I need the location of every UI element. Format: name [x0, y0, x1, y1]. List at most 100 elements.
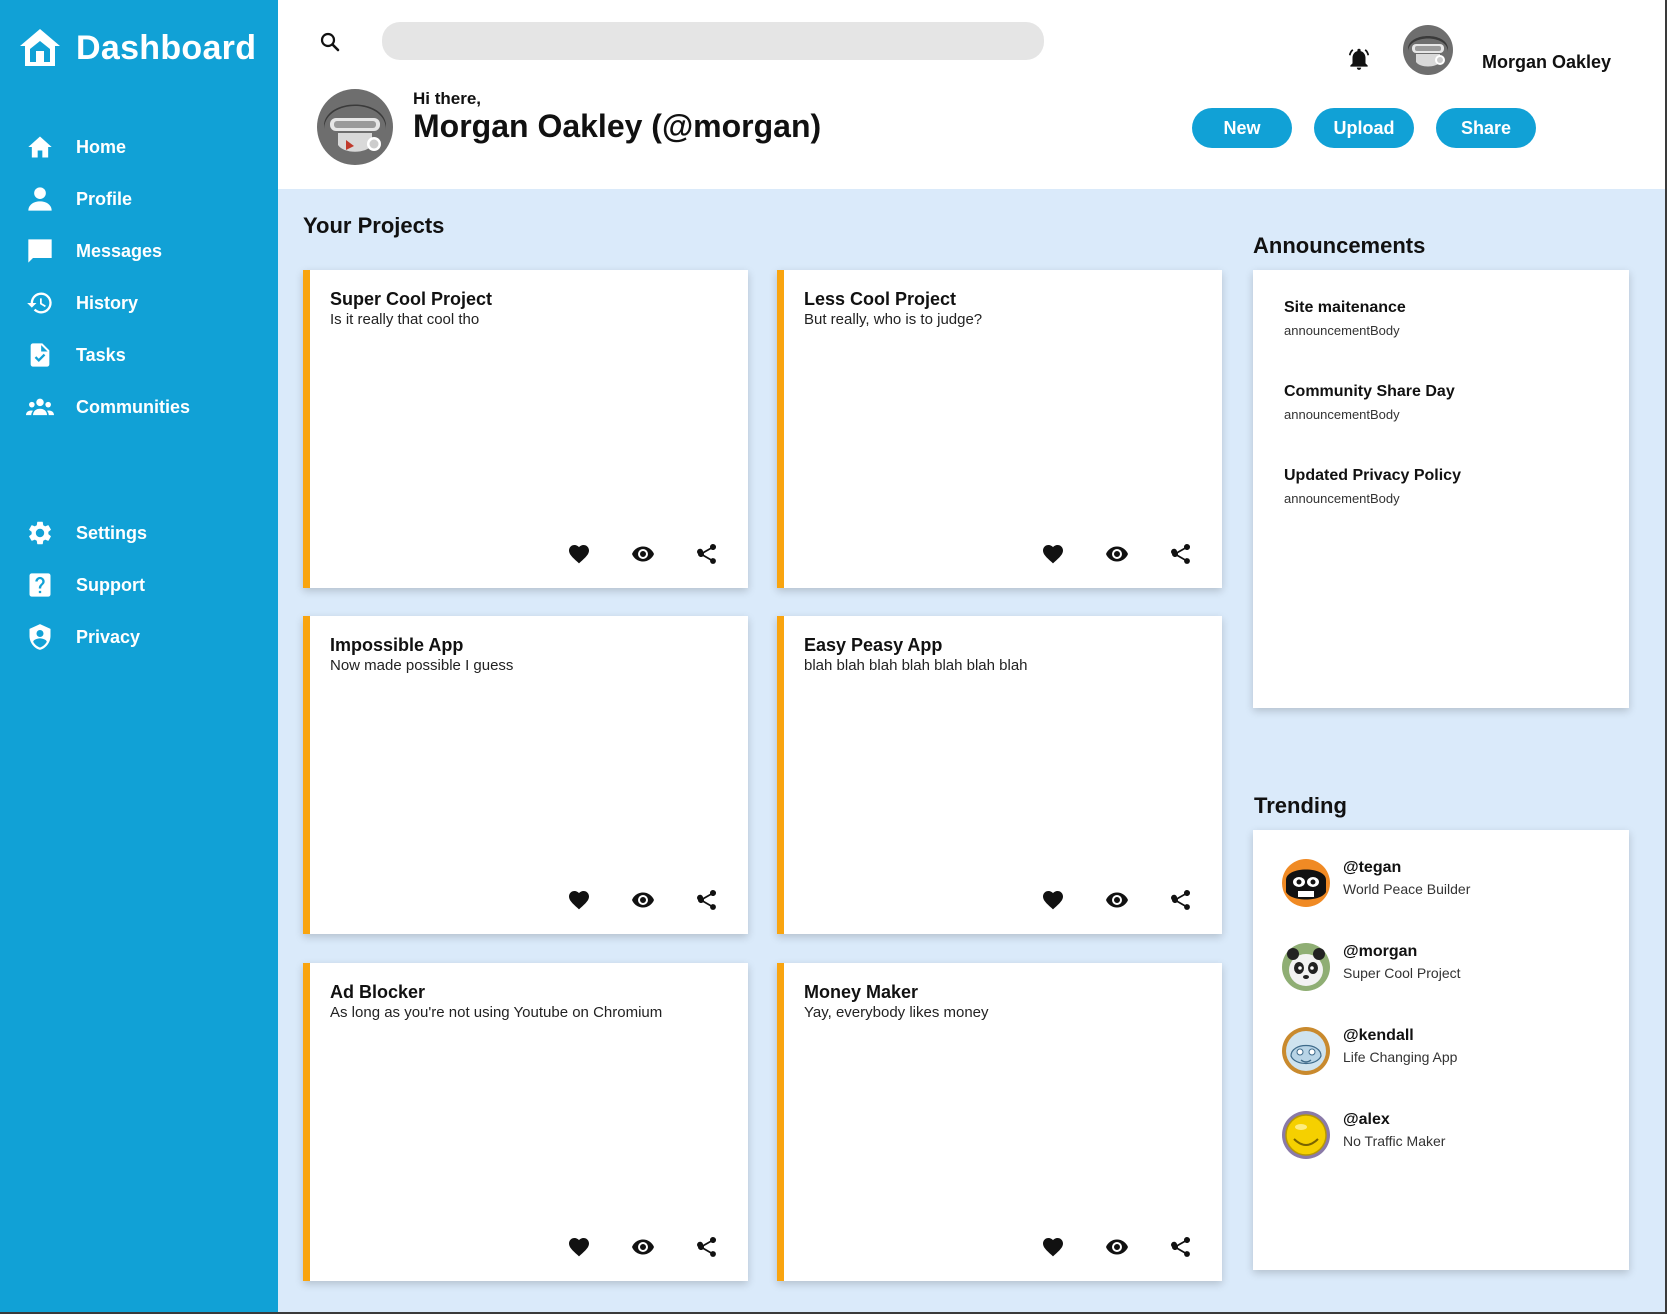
project-card[interactable]: Ad Blocker As long as you're not using Y… [303, 963, 748, 1281]
announcement-body: announcementBody [1284, 407, 1400, 422]
eye-icon[interactable] [1105, 542, 1129, 566]
chat-icon [24, 235, 56, 267]
announcement-title[interactable]: Community Share Day [1284, 383, 1455, 401]
share-icon[interactable] [695, 888, 719, 912]
sidebar-item-label: Privacy [76, 626, 141, 647]
share-icon[interactable] [695, 542, 719, 566]
sidebar-item-communities[interactable]: Communities [24, 387, 190, 427]
brand-title: Dashboard [76, 28, 257, 67]
project-title: Impossible App [330, 635, 464, 655]
task-icon [24, 339, 56, 371]
card-actions [567, 888, 719, 912]
project-description: blah blah blah blah blah blah blah [804, 657, 1028, 674]
trending-handle[interactable]: @tegan [1343, 859, 1401, 877]
share-button[interactable]: Share [1436, 108, 1536, 148]
trending-subtitle: World Peace Builder [1343, 881, 1471, 897]
eye-icon[interactable] [631, 542, 655, 566]
announcements-title: Announcements [1253, 233, 1426, 258]
heart-icon[interactable] [1041, 888, 1065, 912]
sidebar-item-settings[interactable]: Settings [24, 513, 147, 553]
share-icon[interactable] [695, 1235, 719, 1259]
project-description: Is it really that cool tho [330, 311, 480, 328]
sidebar-item-label: Messages [76, 240, 163, 261]
announcement-title[interactable]: Site maitenance [1284, 299, 1406, 317]
avatar[interactable] [1281, 942, 1331, 992]
trending-title: Trending [1254, 793, 1347, 818]
brand[interactable]: Dashboard [18, 26, 256, 70]
avatar[interactable] [1402, 24, 1454, 76]
announcement-title[interactable]: Updated Privacy Policy [1284, 467, 1461, 485]
group-icon [24, 391, 56, 423]
trending-panel: @tegan World Peace Builder @morgan Super… [1253, 830, 1629, 1270]
sidebar-item-history[interactable]: History [24, 283, 138, 323]
greeting: Hi there, [413, 89, 482, 108]
announcement-body: announcementBody [1284, 491, 1400, 506]
trending-handle[interactable]: @alex [1343, 1111, 1390, 1129]
home-logo-icon [20, 29, 60, 66]
bell-icon[interactable] [1346, 46, 1372, 72]
heart-icon[interactable] [1041, 542, 1065, 566]
new-button[interactable]: New [1192, 108, 1292, 148]
project-description: But really, who is to judge? [804, 311, 983, 328]
app-window: Dashboard Home Profile Messages History … [0, 0, 1665, 1312]
eye-icon[interactable] [1105, 1235, 1129, 1259]
sidebar-item-tasks[interactable]: Tasks [24, 335, 126, 375]
heart-icon[interactable] [567, 1235, 591, 1259]
home-icon [24, 131, 56, 163]
sidebar: Dashboard Home Profile Messages History … [0, 0, 278, 1312]
sidebar-item-label: History [76, 292, 139, 313]
help-icon [24, 569, 56, 601]
upload-button[interactable]: Upload [1314, 108, 1414, 148]
avatar[interactable] [1281, 1110, 1331, 1160]
project-title: Less Cool Project [804, 289, 957, 309]
username[interactable]: Morgan Oakley [1482, 52, 1611, 73]
trending-handle[interactable]: @kendall [1343, 1027, 1414, 1045]
share-icon[interactable] [1169, 542, 1193, 566]
search-icon[interactable] [318, 30, 342, 54]
avatar[interactable] [1281, 858, 1331, 908]
share-icon[interactable] [1169, 1235, 1193, 1259]
heart-icon[interactable] [1041, 1235, 1065, 1259]
sidebar-item-label: Tasks [76, 344, 126, 365]
heart-icon[interactable] [567, 888, 591, 912]
sidebar-item-messages[interactable]: Messages [24, 231, 162, 271]
avatar[interactable] [1281, 1026, 1331, 1076]
project-card[interactable]: Impossible App Now made possible I guess [303, 616, 748, 934]
header: Morgan Oakley Hi there, Morgan Oakley (@… [278, 0, 1665, 189]
project-description: Now made possible I guess [330, 657, 514, 674]
announcement-body: announcementBody [1284, 323, 1400, 338]
project-title: Money Maker [804, 982, 919, 1002]
sidebar-item-home[interactable]: Home [24, 127, 126, 167]
trending-handle[interactable]: @morgan [1343, 943, 1417, 961]
eye-icon[interactable] [631, 1235, 655, 1259]
sidebar-item-label: Profile [76, 188, 133, 209]
project-description: Yay, everybody likes money [804, 1004, 989, 1021]
sidebar-item-support[interactable]: Support [24, 565, 145, 605]
eye-icon[interactable] [631, 888, 655, 912]
sidebar-item-profile[interactable]: Profile [24, 179, 132, 219]
search-input[interactable] [382, 22, 1044, 60]
project-card[interactable]: Money Maker Yay, everybody likes money [777, 963, 1222, 1281]
project-description: As long as you're not using Youtube on C… [330, 1004, 663, 1021]
project-card[interactable]: Less Cool Project But really, who is to … [777, 270, 1222, 588]
sidebar-item-label: Communities [76, 396, 191, 417]
page-title: Morgan Oakley (@morgan) [413, 108, 822, 144]
sidebar-item-privacy[interactable]: Privacy [24, 617, 140, 657]
project-card[interactable]: Super Cool Project Is it really that coo… [303, 270, 748, 588]
eye-icon[interactable] [1105, 888, 1129, 912]
person-icon [24, 183, 56, 215]
share-icon[interactable] [1169, 888, 1193, 912]
card-actions [1041, 542, 1193, 566]
history-icon [24, 287, 56, 319]
profile-avatar [317, 89, 393, 165]
announcements-panel: Site maitenance announcementBody Communi… [1253, 270, 1629, 708]
card-actions [1041, 1235, 1193, 1259]
card-actions [567, 542, 719, 566]
sidebar-item-label: Home [76, 136, 127, 157]
shield-icon [24, 621, 56, 653]
project-card[interactable]: Easy Peasy App blah blah blah blah blah … [777, 616, 1222, 934]
heart-icon[interactable] [567, 542, 591, 566]
trending-subtitle: Life Changing App [1343, 1049, 1458, 1065]
gear-icon [24, 517, 56, 549]
card-actions [567, 1235, 719, 1259]
